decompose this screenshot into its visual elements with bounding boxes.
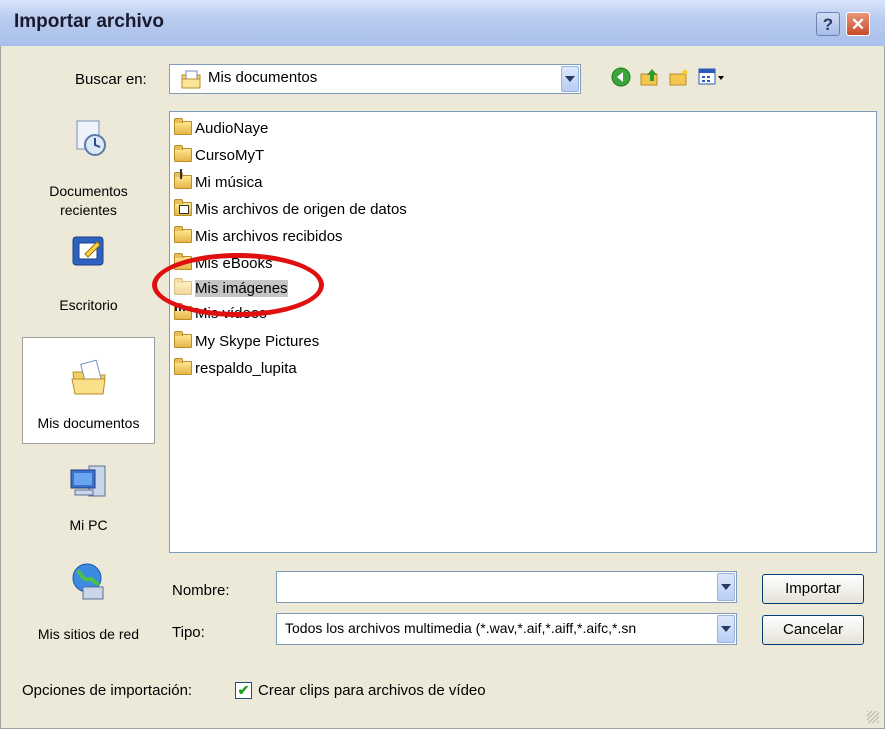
options-label: Opciones de importación:: [22, 682, 193, 699]
list-item[interactable]: Mis archivos recibidos: [174, 225, 343, 247]
list-item[interactable]: CursoMyT: [174, 144, 264, 166]
my-computer-icon: [70, 465, 105, 497]
place-label: Mis documentos: [37, 415, 140, 431]
file-name: Mis vídeos: [195, 304, 267, 322]
dialog-title: Importar archivo: [14, 11, 164, 32]
folder-icon: [174, 118, 192, 135]
my-documents-small-icon: [181, 70, 201, 89]
list-item[interactable]: Mis vídeos: [174, 302, 267, 324]
import-button[interactable]: Importar: [762, 574, 864, 604]
filename-label: Nombre:: [172, 582, 230, 599]
video-folder-icon: [174, 303, 192, 320]
create-clips-label[interactable]: Crear clips para archivos de vídeo: [258, 682, 486, 699]
list-item[interactable]: My Skype Pictures: [174, 330, 319, 352]
list-item[interactable]: respaldo_lupita: [174, 357, 297, 379]
filetype-value: Todos los archivos multimedia (*.wav,*.a…: [285, 620, 637, 636]
place-label: Documentos recientes: [49, 183, 128, 218]
pictures-folder-icon: [174, 278, 192, 295]
back-icon[interactable]: [610, 66, 632, 88]
my-documents-icon: [70, 359, 106, 395]
places-bar: Documentos recientes Escritorio Mis docu…: [22, 111, 155, 642]
folder-icon: [174, 331, 192, 348]
cancel-button[interactable]: Cancelar: [762, 615, 864, 645]
datasource-folder-icon: [174, 199, 192, 216]
folder-icon: [174, 253, 192, 270]
file-name: Mi música: [195, 173, 263, 191]
create-clips-checkbox[interactable]: ✔: [235, 682, 252, 699]
filetype-dropdown[interactable]: Todos los archivos multimedia (*.wav,*.a…: [276, 613, 737, 645]
file-name: AudioNaye: [195, 119, 269, 137]
place-my-computer[interactable]: Mi PC: [22, 454, 155, 544]
place-label: Escritorio: [59, 297, 118, 313]
desktop-icon: [72, 236, 103, 266]
help-button[interactable]: ?: [816, 12, 840, 36]
music-folder-icon: [174, 169, 192, 189]
resize-grip[interactable]: [867, 711, 879, 723]
list-item[interactable]: Mis archivos de origen de datos: [174, 198, 407, 220]
up-folder-icon[interactable]: [639, 66, 661, 88]
list-item-selected[interactable]: Mis imágenes: [174, 277, 288, 299]
new-folder-icon[interactable]: [668, 66, 690, 88]
lookin-label: Buscar en:: [75, 71, 147, 88]
title-bar[interactable]: Importar archivo ? ✕: [0, 0, 885, 47]
place-my-documents[interactable]: Mis documentos: [22, 337, 155, 444]
file-name: respaldo_lupita: [195, 359, 297, 377]
file-name: Mis archivos de origen de datos: [195, 200, 407, 218]
folder-icon: [174, 358, 192, 375]
folder-icon: [174, 226, 192, 243]
lookin-value: Mis documentos: [208, 69, 318, 86]
file-name: Mis eBooks: [195, 254, 273, 272]
place-label: Mi PC: [69, 517, 108, 533]
place-network[interactable]: Mis sitios de red: [22, 561, 155, 642]
filename-input[interactable]: [276, 571, 737, 603]
place-recent-documents[interactable]: Documentos recientes: [22, 117, 155, 222]
folder-icon: [174, 145, 192, 162]
views-menu-icon[interactable]: [697, 66, 727, 88]
file-name: My Skype Pictures: [195, 332, 320, 350]
filetype-label: Tipo:: [172, 624, 205, 641]
import-file-dialog: Importar archivo ? ✕ Buscar en: Mis docu…: [0, 0, 885, 729]
file-name: Mis archivos recibidos: [195, 227, 343, 245]
network-places-icon: [72, 563, 103, 600]
close-button[interactable]: ✕: [846, 12, 870, 36]
file-list[interactable]: AudioNaye CursoMyT Mi música Mis archivo…: [169, 111, 877, 553]
file-name: Mis imágenes: [195, 279, 288, 297]
file-name: CursoMyT: [195, 146, 265, 164]
chevron-down-icon[interactable]: [561, 66, 579, 92]
list-item[interactable]: Mi música: [174, 169, 263, 193]
chevron-down-icon[interactable]: [717, 615, 735, 643]
lookin-dropdown[interactable]: Mis documentos: [169, 64, 581, 94]
chevron-down-icon[interactable]: [717, 573, 735, 601]
recent-documents-icon: [76, 120, 106, 156]
list-item[interactable]: Mis eBooks: [174, 252, 273, 274]
place-label: Mis sitios de red: [37, 626, 140, 642]
place-desktop[interactable]: Escritorio: [22, 232, 155, 322]
list-item[interactable]: AudioNaye: [174, 117, 268, 139]
